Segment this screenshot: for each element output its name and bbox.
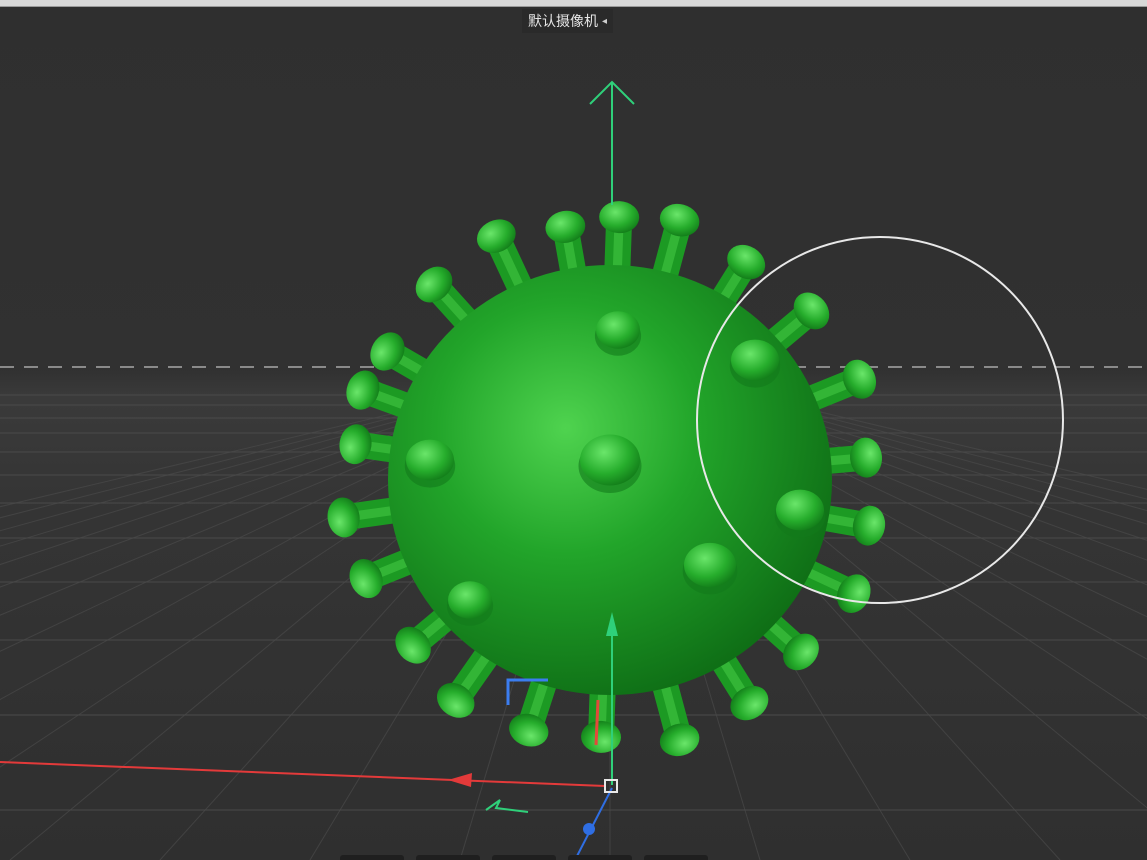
virus-spike-stub <box>578 434 642 493</box>
viewport-canvas[interactable] <box>0 0 1147 860</box>
bottom-tab[interactable] <box>644 855 708 860</box>
virus-spike-stub <box>446 581 494 626</box>
camera-selector[interactable]: 默认摄像机 ◂ <box>522 9 614 33</box>
virus-spike-stub <box>729 339 781 388</box>
z-axis-knob-icon[interactable] <box>583 823 595 835</box>
bottom-tab[interactable] <box>568 855 632 860</box>
3d-viewport[interactable]: 默认摄像机 ◂ <box>0 0 1147 860</box>
plane-handle-red[interactable] <box>594 699 600 746</box>
x-axis-handle[interactable] <box>0 761 606 787</box>
x-axis-arrow-icon[interactable] <box>448 773 472 787</box>
z-axis-handle[interactable] <box>574 787 613 860</box>
virus-spike-stub <box>594 311 642 356</box>
virus-model[interactable] <box>325 200 888 761</box>
virus-spike-stub <box>404 439 456 488</box>
bottom-tab[interactable] <box>340 855 404 860</box>
camera-label[interactable]: 默认摄像机 <box>528 11 598 31</box>
virus-spike-stub <box>682 542 738 595</box>
camera-dropdown-icon[interactable]: ◂ <box>602 16 607 27</box>
bottom-tab[interactable] <box>492 855 556 860</box>
bottom-tab[interactable] <box>416 855 480 860</box>
top-toolbar-edge <box>0 0 1147 7</box>
virus-spike-stub <box>774 489 826 538</box>
bottom-toolbar-edge <box>340 855 708 860</box>
